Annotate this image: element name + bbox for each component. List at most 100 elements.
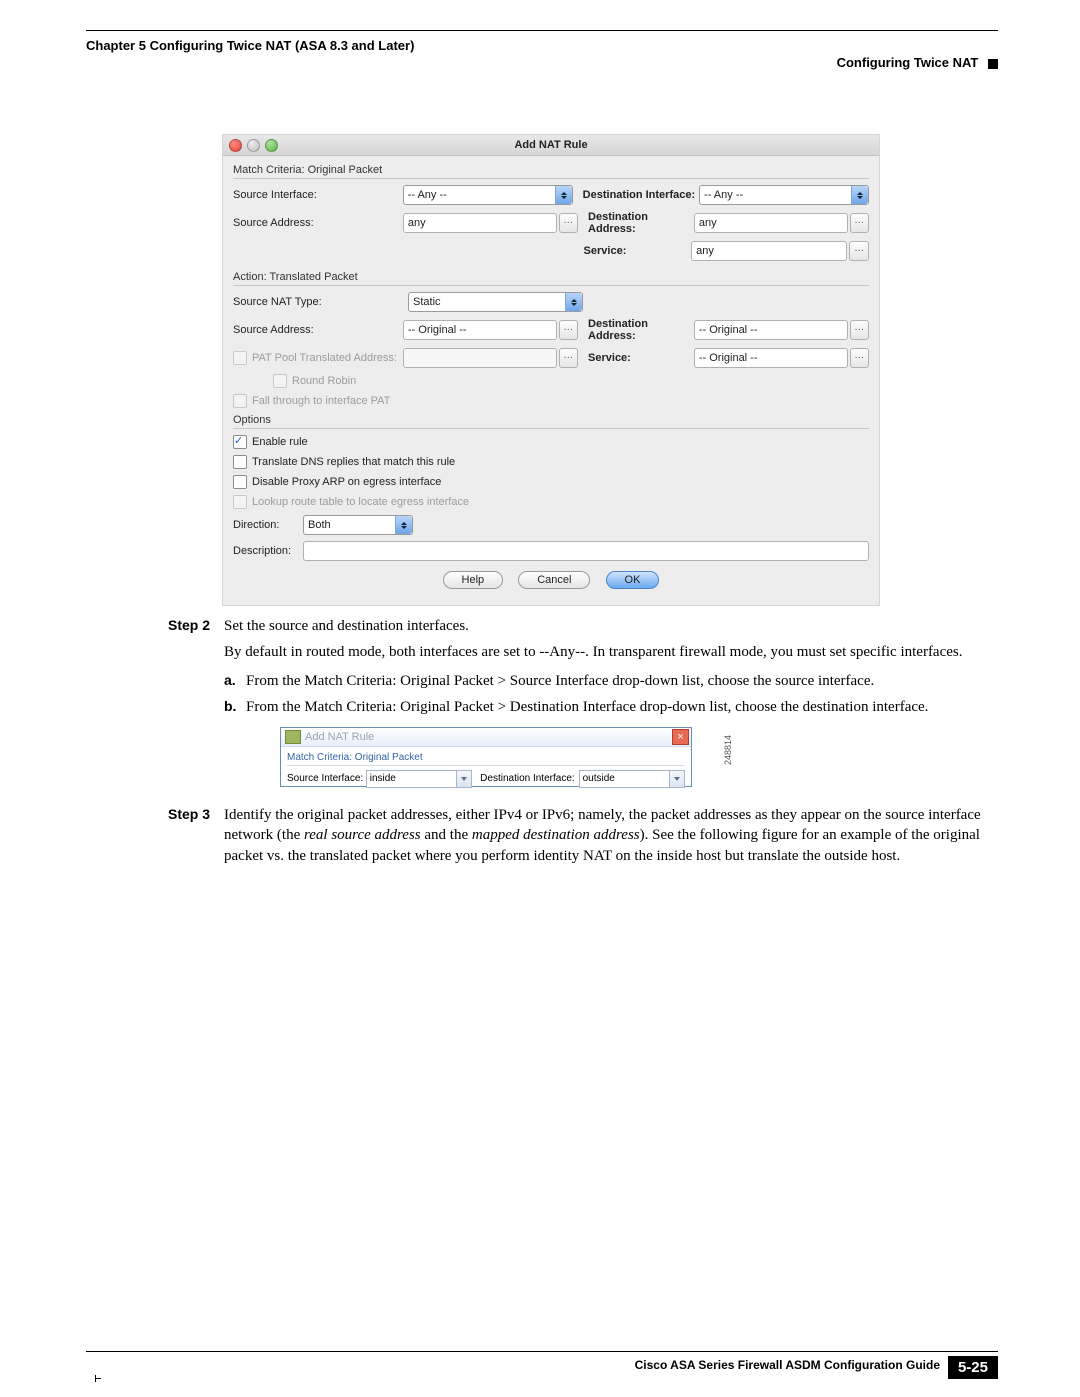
win-titlebar: Add NAT Rule × [281, 728, 691, 747]
chevron-updown-icon [565, 293, 582, 311]
source-address-input[interactable]: any [403, 213, 557, 233]
service-value: any [696, 245, 714, 257]
win-source-interface-select[interactable]: inside [366, 770, 472, 788]
description-label: Description: [233, 545, 303, 557]
round-robin-checkbox [273, 374, 287, 388]
translate-dns-label: Translate DNS replies that match this ru… [252, 456, 455, 468]
source-nat-type-select[interactable]: Static [408, 292, 583, 312]
round-robin-label: Round Robin [292, 375, 356, 387]
fall-through-label: Fall through to interface PAT [252, 395, 390, 407]
crop-mark-icon [95, 1378, 101, 1379]
group-options: Options [233, 414, 869, 429]
source-nat-type-value: Static [413, 296, 441, 308]
dialog-titlebar: Add NAT Rule [223, 135, 879, 156]
destination-address-value: any [699, 217, 717, 229]
source-address-label: Source Address: [233, 217, 403, 229]
step3-label: Step 3 [168, 805, 224, 866]
source-address-value: any [408, 217, 426, 229]
chevron-updown-icon [395, 516, 412, 534]
app-icon [285, 730, 301, 744]
destination-address2-input[interactable]: -- Original -- [694, 320, 848, 340]
source-address2-input[interactable]: -- Original -- [403, 320, 557, 340]
chevron-updown-icon [851, 186, 868, 204]
win-destination-interface-label: Destination Interface: [480, 772, 578, 786]
step2-label: Step 2 [168, 616, 224, 799]
page-number: 5-25 [948, 1356, 998, 1379]
group-action-translated: Action: Translated Packet [233, 271, 869, 286]
source-interface-label: Source Interface: [233, 189, 403, 201]
service2-value: -- Original -- [699, 352, 758, 364]
service-label: Service: [584, 245, 692, 257]
chevron-down-icon [456, 771, 471, 787]
win-destination-interface-value: outside [583, 772, 615, 786]
source-nat-type-label: Source NAT Type: [233, 296, 408, 308]
pat-pool-label: PAT Pool Translated Address: [233, 351, 403, 365]
destination-address2-value: -- Original -- [699, 324, 758, 336]
service2-label: Service: [588, 352, 694, 364]
step3-text: Identify the original packet addresses, … [224, 805, 998, 866]
win-source-interface-label: Source Interface: [287, 772, 366, 786]
direction-label: Direction: [233, 519, 303, 531]
source-address2-label: Source Address: [233, 324, 403, 336]
direction-select[interactable]: Both [303, 515, 413, 535]
fall-through-checkbox [233, 394, 247, 408]
destination-address2-browse-button[interactable]: … [850, 320, 869, 340]
service-browse-button[interactable]: … [849, 241, 869, 261]
header-section-text: Configuring Twice NAT [837, 55, 979, 70]
step3-i2: mapped destination address [472, 827, 640, 843]
service-input[interactable]: any [691, 241, 847, 261]
sub-a-text: From the Match Criteria: Original Packet… [246, 671, 998, 691]
header-square-icon [988, 59, 998, 69]
description-input[interactable] [303, 541, 869, 561]
lookup-route-label: Lookup route table to locate egress inte… [252, 496, 469, 508]
source-address2-browse-button[interactable]: … [559, 320, 578, 340]
pat-pool-checkbox [233, 351, 247, 365]
pat-pool-text: PAT Pool Translated Address: [252, 352, 397, 364]
lookup-route-checkbox [233, 495, 247, 509]
step3-t2: and the [421, 827, 472, 843]
ok-button[interactable]: OK [606, 571, 660, 589]
destination-address-input[interactable]: any [694, 213, 848, 233]
service2-browse-button[interactable]: … [850, 348, 869, 368]
sub-b-marker: b. [224, 697, 246, 717]
close-icon[interactable] [229, 139, 242, 152]
chevron-down-icon [669, 771, 684, 787]
disable-proxy-arp-label: Disable Proxy ARP on egress interface [252, 476, 441, 488]
footer-rule [86, 1351, 998, 1352]
service2-input[interactable]: -- Original -- [694, 348, 848, 368]
step3-i1: real source address [304, 827, 421, 843]
sub-a-marker: a. [224, 671, 246, 691]
step2-text2: By default in routed mode, both interfac… [224, 642, 998, 662]
destination-interface-select[interactable]: -- Any -- [699, 185, 869, 205]
header-rule [86, 30, 998, 31]
cancel-button[interactable]: Cancel [518, 571, 590, 589]
destination-address-browse-button[interactable]: … [850, 213, 869, 233]
source-address-browse-button[interactable]: … [559, 213, 578, 233]
zoom-icon[interactable] [265, 139, 278, 152]
chevron-updown-icon [555, 186, 572, 204]
enable-rule-label: Enable rule [252, 436, 308, 448]
dialog-title: Add NAT Rule [514, 139, 587, 151]
figure-number: 248814 [722, 735, 734, 765]
win-source-interface-value: inside [370, 772, 396, 786]
enable-rule-checkbox[interactable] [233, 435, 247, 449]
pat-pool-browse-button[interactable]: … [559, 348, 578, 368]
header-chapter: Chapter 5 Configuring Twice NAT (ASA 8.3… [86, 38, 998, 53]
close-icon[interactable]: × [672, 729, 689, 745]
source-interface-select[interactable]: -- Any -- [403, 185, 573, 205]
win-destination-interface-select[interactable]: outside [579, 770, 685, 788]
win-title: Add NAT Rule [305, 730, 374, 745]
disable-proxy-arp-checkbox[interactable] [233, 475, 247, 489]
add-nat-rule-dialog-win: Add NAT Rule × Match Criteria: Original … [280, 727, 692, 787]
destination-interface-label: Destination Interface: [583, 189, 699, 201]
win-group-match-criteria: Match Criteria: Original Packet [287, 751, 685, 766]
minimize-icon[interactable] [247, 139, 260, 152]
step2-text1: Set the source and destination interface… [224, 616, 998, 636]
traffic-lights [229, 139, 278, 152]
footer-guide-title: Cisco ASA Series Firewall ASDM Configura… [635, 1358, 940, 1372]
help-button[interactable]: Help [443, 571, 504, 589]
translate-dns-checkbox[interactable] [233, 455, 247, 469]
header-section: Configuring Twice NAT [837, 55, 998, 70]
source-address2-value: -- Original -- [408, 324, 467, 336]
destination-address-label: Destination Address: [588, 211, 694, 235]
